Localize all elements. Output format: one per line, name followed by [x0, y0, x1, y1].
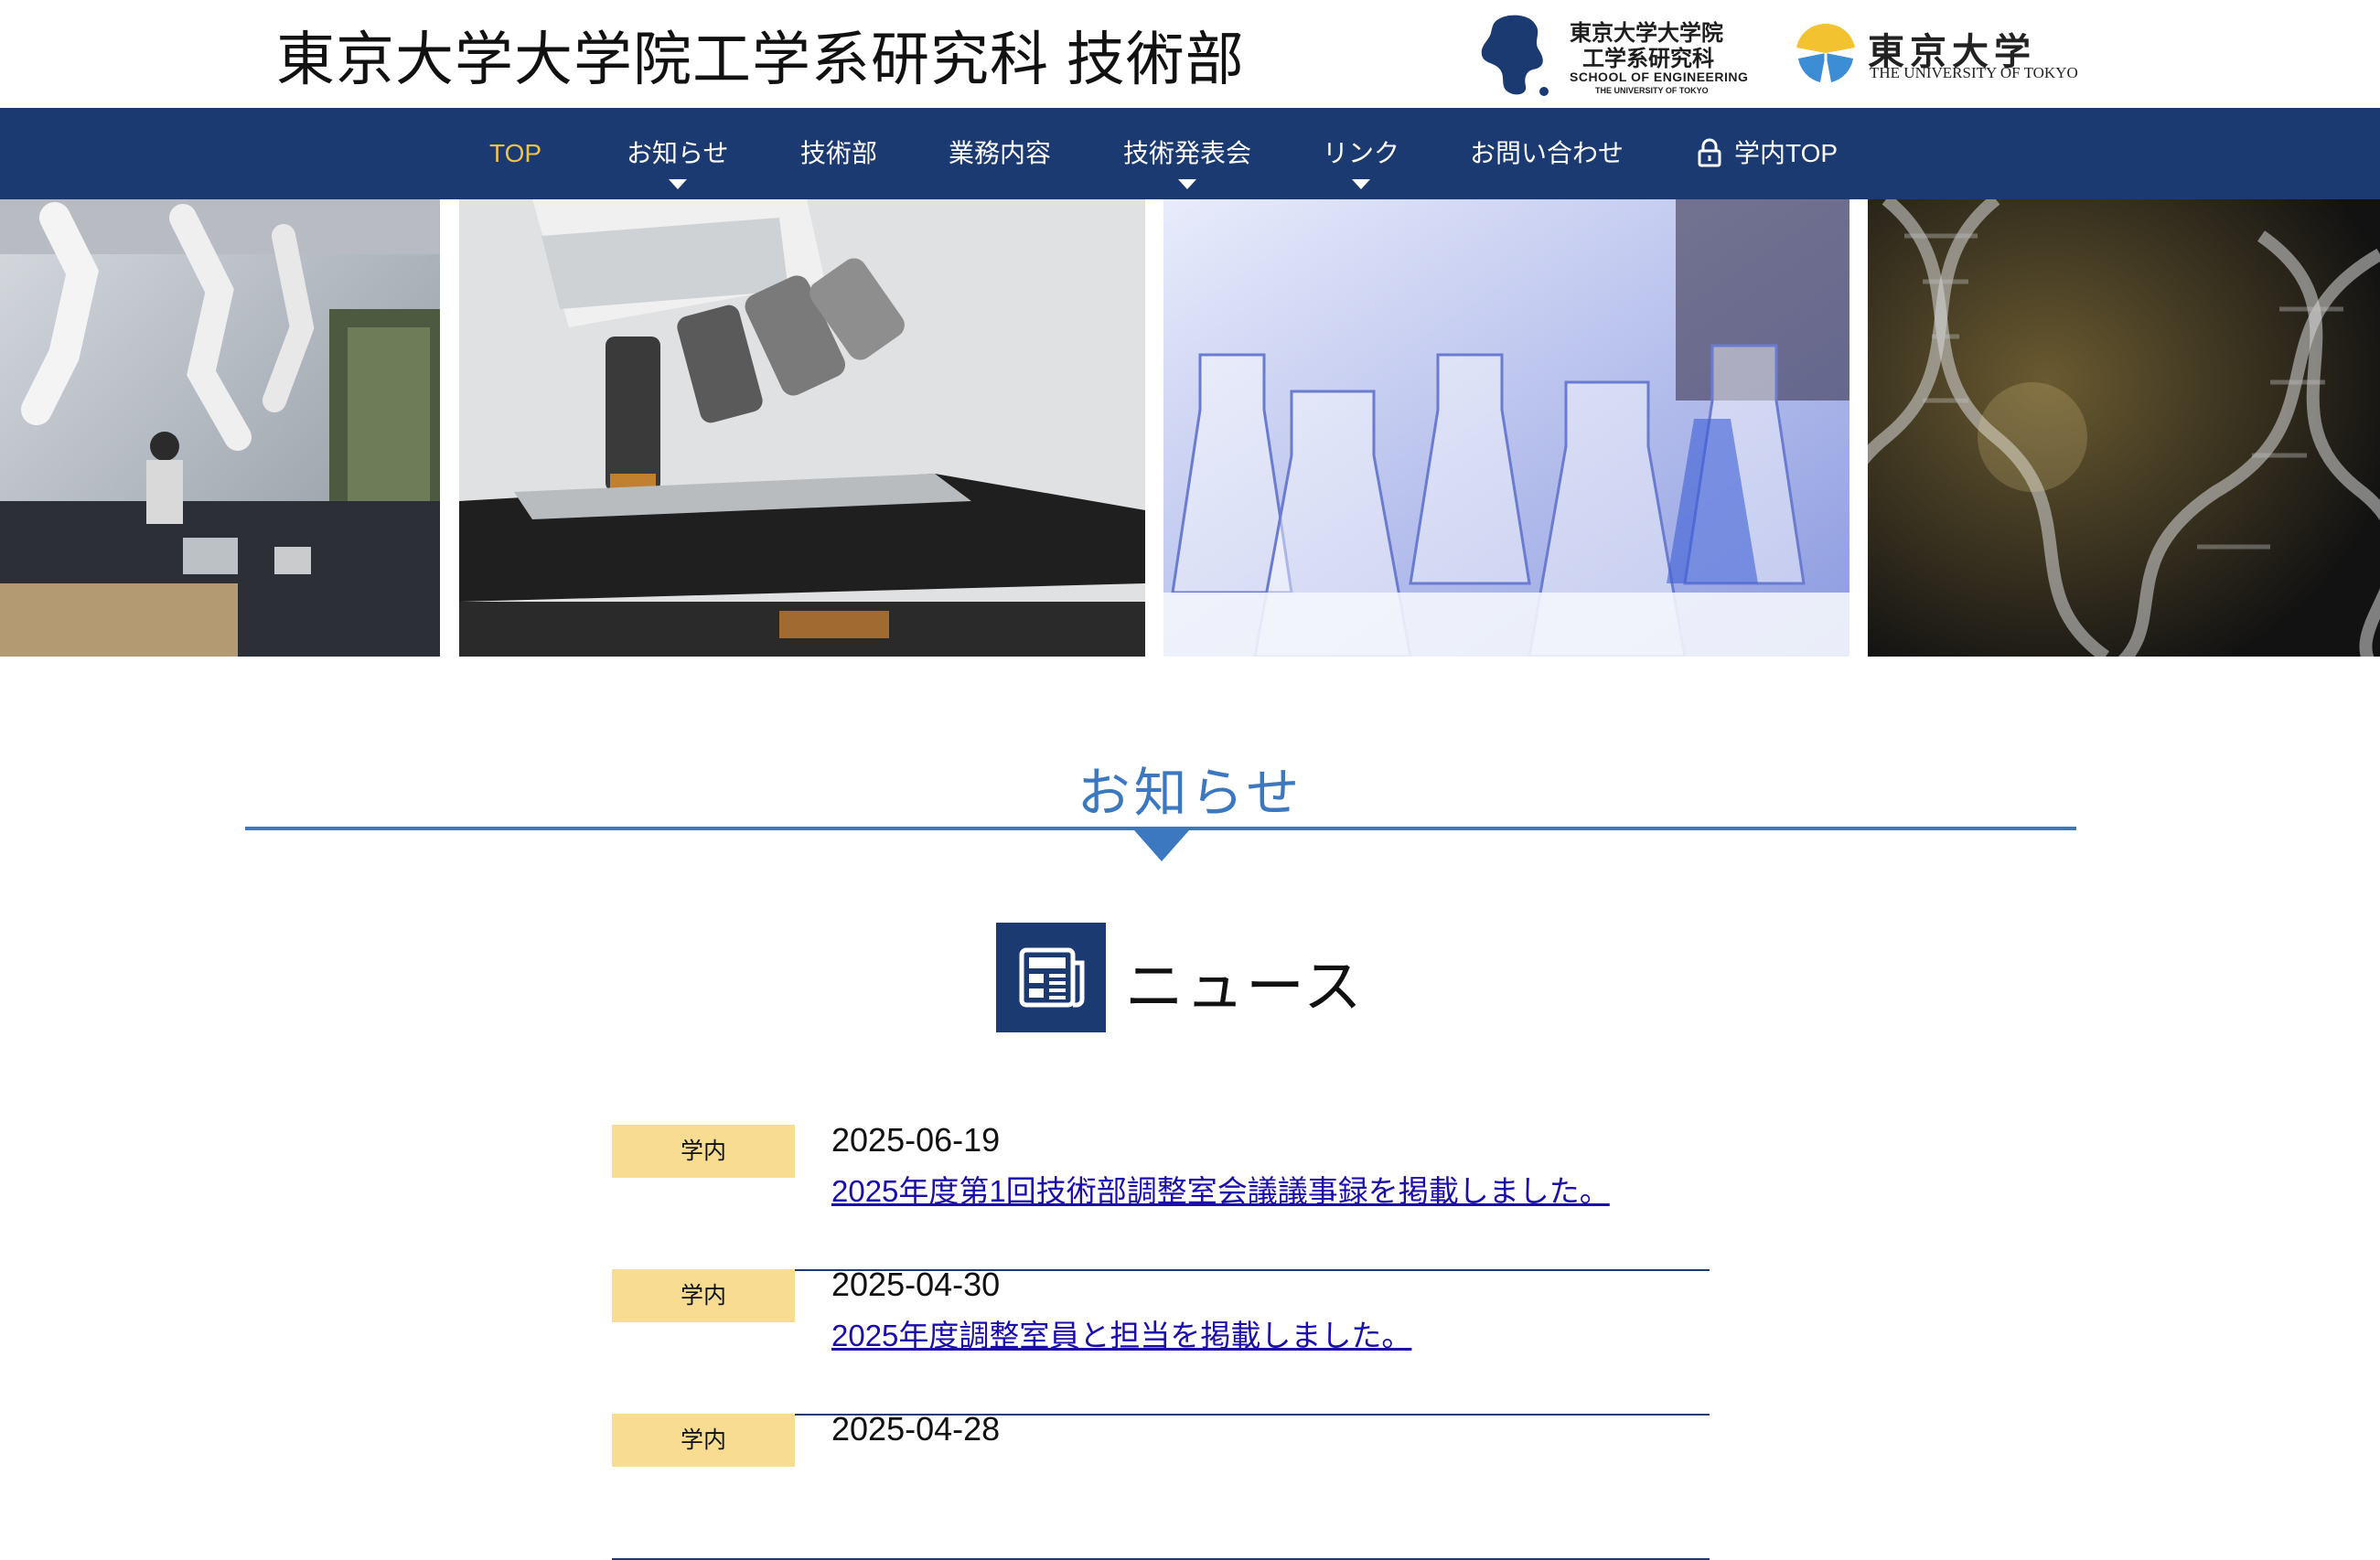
nav-item-label: 業務内容 [949, 139, 1052, 167]
microscope-photo [459, 199, 1145, 657]
nav-item-campus-top[interactable]: 学内TOP [1698, 108, 1838, 199]
nav-item-news[interactable]: お知らせ [627, 108, 728, 199]
engineering-logo-line4: THE UNIVERSITY OF TOKYO [1595, 86, 1709, 95]
dna-helix-photo [1868, 199, 2380, 657]
caret-down-icon [1352, 179, 1370, 189]
news-date: 2025-04-30 [831, 1266, 1001, 1303]
engineering-blob-logo-icon [1481, 15, 1549, 96]
news-title-link[interactable]: 2025年度調整室員と担当を掲載しました。 [831, 1311, 1411, 1355]
lock-icon [1698, 138, 1721, 167]
news-heading: ニュース [1125, 954, 1364, 1020]
news-category-badge: 学内 [612, 1125, 795, 1178]
news-list-item: 学内 2025-06-19 2025年度第1回技術部調整室会議議事録を掲載しまし… [612, 1121, 1710, 1271]
utokyo-logo-english: THE UNIVERSITY OF TOKYO [1870, 64, 2078, 81]
nav-item-label: TOP [489, 139, 542, 167]
news-list-item: 学内 2025-04-30 2025年度調整室員と担当を掲載しました。 [612, 1266, 1710, 1416]
nav-item-services[interactable]: 業務内容 [949, 108, 1051, 199]
hero-banner [0, 199, 2380, 657]
nav-item-label: 学内TOP [1734, 139, 1839, 167]
nav-item-contact[interactable]: お問い合わせ [1470, 108, 1624, 199]
nav-item-label: 技術発表会 [1123, 139, 1252, 167]
engineering-logo-line3: SCHOOL OF ENGINEERING [1570, 69, 1749, 84]
flasks-photo [1163, 199, 1849, 657]
main-nav: TOP お知らせ 技術部 業務内容 技術発表会 リンク お問い合わせ 学内TOP [0, 108, 2380, 199]
ginkgo-icon [1796, 23, 1855, 84]
engineering-logo-line2: 工学系研究科 [1582, 47, 1714, 71]
nav-item-top[interactable]: TOP [489, 108, 541, 199]
news-date: 2025-04-28 [831, 1410, 1001, 1448]
nav-item-label: お知らせ [627, 139, 729, 167]
news-title-link[interactable]: 2025年度第1回技術部調整室会議議事録を掲載しました。 [831, 1167, 1610, 1211]
nav-item-presentations[interactable]: 技術発表会 [1123, 108, 1251, 199]
news-category-badge: 学内 [612, 1414, 795, 1467]
utokyo-logo[interactable]: 東京大学 THE UNIVERSITY OF TOKYO [1793, 18, 2078, 91]
site-header: 東京大学大学院工学系研究科 技術部 東京大学大学院 工学系研究科 SCHOOL … [0, 0, 2380, 108]
nav-item-links[interactable]: リンク [1323, 108, 1399, 199]
news-date: 2025-06-19 [831, 1121, 1001, 1159]
nav-item-technical-division[interactable]: 技術部 [800, 108, 877, 199]
caret-down-icon [1178, 179, 1196, 189]
section-title: お知らせ [1077, 764, 1303, 823]
section-pointer-icon [1134, 830, 1189, 861]
nav-item-label: リンク [1323, 139, 1400, 167]
lab-robot-arms-photo [0, 199, 440, 657]
news-list-item: 学内 2025-04-28 [612, 1410, 1710, 1560]
caret-down-icon [668, 179, 687, 189]
nav-item-label: お問い合わせ [1470, 139, 1624, 167]
engineering-school-logo[interactable]: 東京大学大学院 工学系研究科 SCHOOL OF ENGINEERING THE… [1478, 13, 1748, 97]
news-category-badge: 学内 [612, 1269, 795, 1322]
newspaper-icon [996, 923, 1106, 1032]
site-title[interactable]: 東京大学大学院工学系研究科 技術部 [276, 13, 1245, 97]
nav-item-label: 技術部 [800, 139, 878, 167]
